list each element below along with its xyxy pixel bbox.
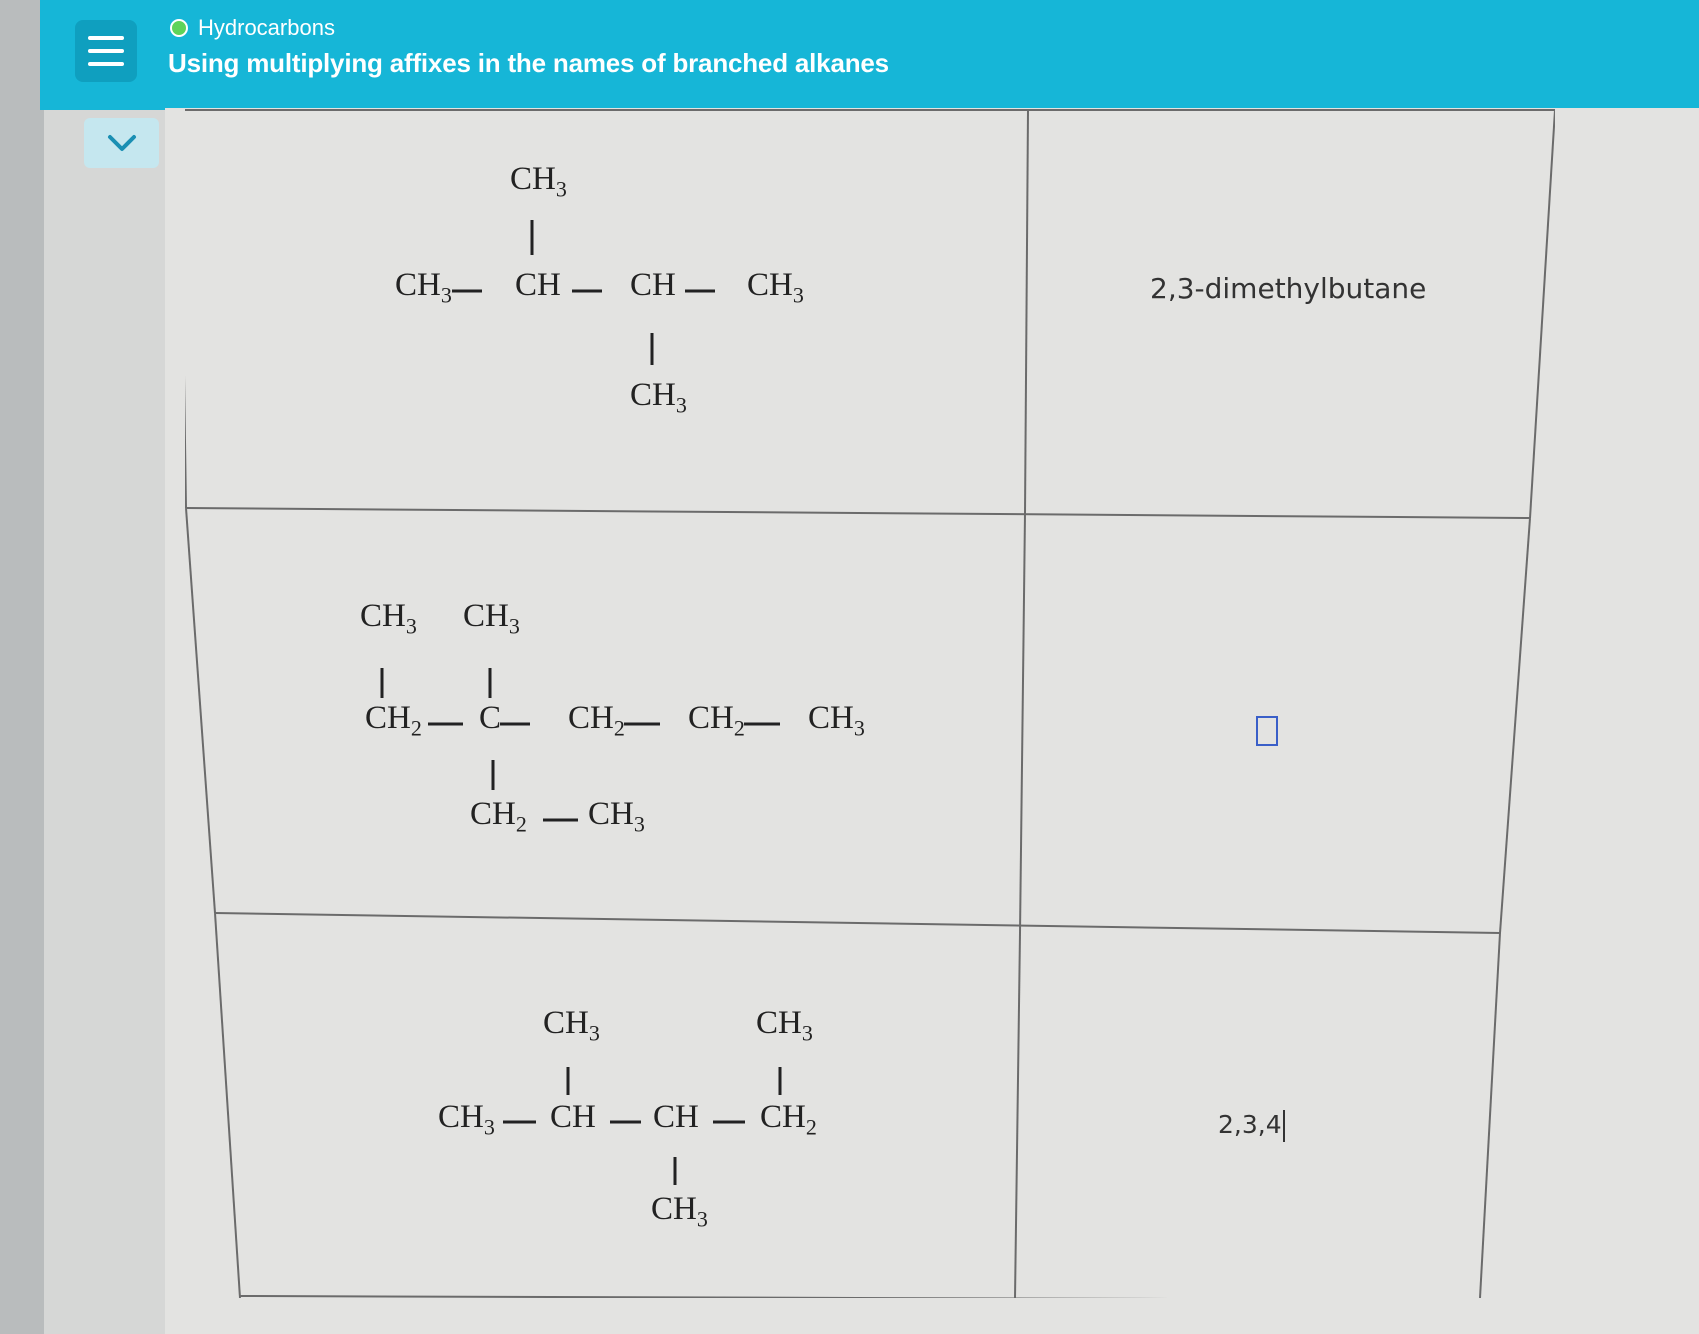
group-ch3-left: CH3 xyxy=(438,1099,495,1140)
answer-input-row-2[interactable] xyxy=(1256,716,1278,746)
answer-input-row-3[interactable]: 2,3,4 xyxy=(1218,1110,1285,1142)
group-c-center: C xyxy=(479,700,502,736)
group-ch3-right: CH3 xyxy=(747,267,804,308)
group-ch3-top: CH3 xyxy=(510,161,567,202)
text-caret xyxy=(1282,1110,1285,1142)
group-ch3-end: CH3 xyxy=(808,700,865,741)
left-strip xyxy=(0,0,44,1334)
topic-row: Hydrocarbons xyxy=(170,14,335,42)
group-ch3-bottom: CH3 xyxy=(651,1191,708,1232)
group-ch-left: CH xyxy=(550,1099,596,1135)
structure-row-2: CH3 CH3 CH2 C CH2 CH2 CH3 CH2 CH3 xyxy=(360,598,880,858)
topic-label: Hydrocarbons xyxy=(198,15,335,40)
page-title: Using multiplying affixes in the names o… xyxy=(168,48,889,78)
group-ch-2: CH xyxy=(630,267,676,303)
group-ch3-top-right: CH3 xyxy=(756,1005,813,1046)
group-ch3-left: CH3 xyxy=(395,267,452,308)
group-ch3-upper-right: CH3 xyxy=(463,598,520,639)
group-ch2-left: CH2 xyxy=(365,700,422,741)
circle-status-icon xyxy=(170,19,188,37)
group-ch2-right: CH2 xyxy=(760,1099,817,1140)
collapse-button[interactable] xyxy=(84,118,159,168)
group-ch-1: CH xyxy=(515,267,561,303)
group-ch2-mid: CH2 xyxy=(568,700,625,741)
hamburger-menu-icon xyxy=(88,36,124,66)
menu-button[interactable] xyxy=(75,20,137,82)
group-ch2-lower: CH2 xyxy=(470,796,527,837)
structure-row-1: CH3 CH3 CH CH CH3 CH3 xyxy=(395,155,815,435)
chevron-down-icon xyxy=(107,135,136,151)
answer-row-1: 2,3-dimethylbutane xyxy=(1150,272,1427,305)
group-ch3-upper-left: CH3 xyxy=(360,598,417,639)
group-ch-right: CH xyxy=(653,1099,699,1135)
group-ch3-bottom: CH3 xyxy=(630,377,687,418)
answer-input-value: 2,3,4 xyxy=(1218,1110,1282,1139)
group-ch3-top-left: CH3 xyxy=(543,1005,600,1046)
group-ch3-lower: CH3 xyxy=(588,796,645,837)
structure-row-3: CH3 CH3 CH3 CH CH CH2 CH3 xyxy=(438,1005,858,1245)
group-ch2-mid2: CH2 xyxy=(688,700,745,741)
